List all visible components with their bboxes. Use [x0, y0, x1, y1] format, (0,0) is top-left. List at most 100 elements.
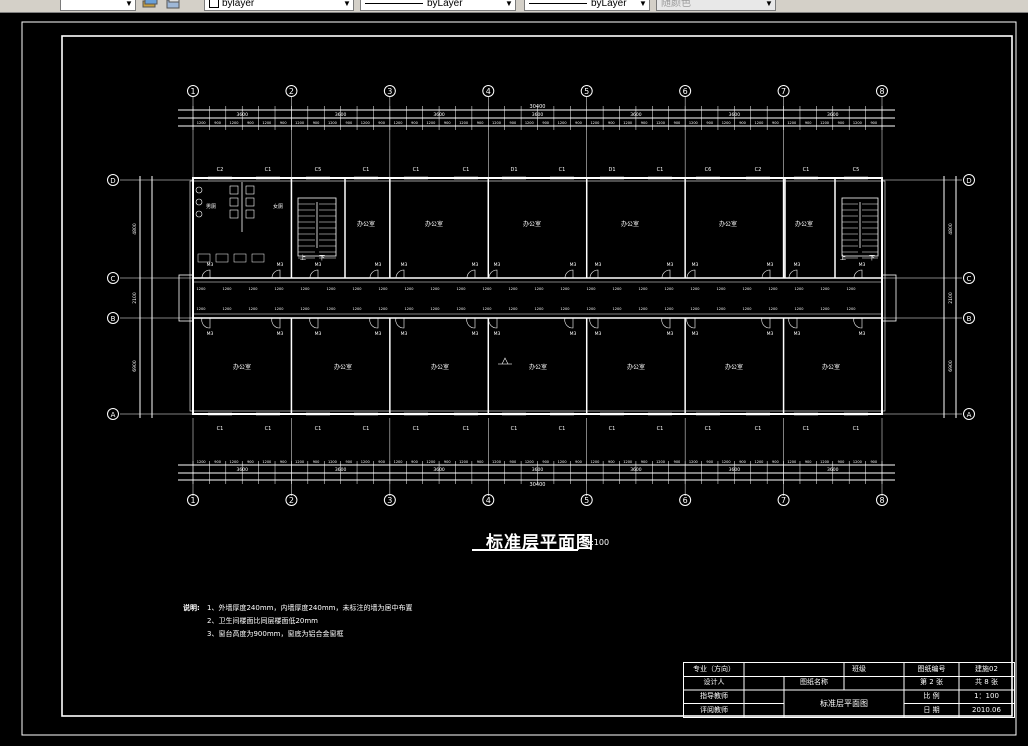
dim-text-left: 2100 [132, 292, 138, 304]
door-label-south: M3 [315, 331, 322, 337]
axis-number-top: 5 [584, 87, 589, 96]
linetype-dropdown[interactable]: byLayer ▼ [360, 0, 516, 11]
corridor-dim: 1200 [639, 307, 648, 311]
door-label-south: M3 [375, 331, 382, 337]
door-swing-south [589, 317, 599, 329]
window-label-north: C1 [463, 167, 470, 173]
room-label: 办公室 [357, 220, 375, 228]
dim-text-detail: 1200 [492, 121, 501, 125]
dim-text-detail: 1200 [590, 460, 599, 464]
window-label-south: C1 [657, 426, 664, 432]
dim-text-detail: 1200 [394, 460, 403, 464]
door-swing-north [395, 269, 405, 279]
plotstyle-dropdown[interactable]: 随颜色 ▼ [656, 0, 776, 11]
tb-advisor: 指导教师 [700, 692, 728, 700]
dim-text-detail: 1200 [295, 121, 304, 125]
dim-text-detail: 900 [477, 121, 484, 125]
corridor-dim: 1200 [301, 287, 310, 291]
stair-label-up: 上 [300, 254, 306, 262]
corridor-end-east [881, 274, 897, 322]
door-label-south: M3 [494, 331, 501, 337]
door-label-south: M3 [595, 331, 602, 337]
door-label-south: M3 [667, 331, 674, 337]
lineweight-dropdown-value: byLayer [591, 0, 627, 9]
dim-text-detail: 1200 [525, 460, 534, 464]
dim-text-detail: 900 [641, 460, 648, 464]
corridor-dim: 1200 [535, 307, 544, 311]
door-swing-south [271, 317, 281, 329]
level-mark-triangle [501, 357, 509, 365]
chevron-down-icon: ▼ [505, 0, 513, 8]
corridor-dim: 1200 [561, 287, 570, 291]
toilet-fixture [229, 209, 239, 219]
tb-total: 共 8 张 [975, 678, 998, 686]
dim-text-detail: 900 [214, 460, 221, 464]
dim-text-detail: 900 [247, 460, 254, 464]
plotstyle-dropdown-value: 随颜色 [661, 0, 691, 9]
door-label-north: M3 [277, 262, 284, 268]
door-swing-north [466, 269, 476, 279]
tb-sheet: 第 2 张 [920, 678, 943, 686]
room-label: 办公室 [795, 220, 813, 228]
tb-drawing-name: 标准层平面图 [820, 699, 868, 708]
door-swing-south [686, 317, 696, 329]
drawing-canvas[interactable]: 1 1 2 2 3 3 4 4 5 5 6 6 7 7 8 8 30400 3600 3600 3600 3600 360… [0, 13, 1028, 742]
note-line: 3、窗台高度为900mm，窗底为铝合金窗框 [207, 630, 344, 638]
door-swing-north [201, 269, 211, 279]
layer-previous-dropdown[interactable]: ▼ [60, 0, 136, 11]
urinal [195, 210, 203, 218]
door-swing-north [271, 269, 281, 279]
axis-number-bottom: 4 [486, 496, 491, 505]
axis-letter-right: A [967, 411, 972, 419]
door-label-north: M3 [494, 262, 501, 268]
dim-text-detail: 900 [805, 121, 812, 125]
door-label-south: M3 [794, 331, 801, 337]
room-label: 办公室 [431, 363, 449, 371]
door-swing-south [661, 317, 671, 329]
room-label: 办公室 [719, 220, 737, 228]
dim-text-detail: 900 [706, 460, 713, 464]
color-swatch [209, 0, 219, 9]
dim-text-detail: 1200 [426, 460, 435, 464]
dim-text-detail: 900 [542, 460, 549, 464]
toilet-fixture [229, 185, 239, 195]
corridor-end-west [178, 274, 194, 322]
dim-text-right: 4800 [948, 223, 954, 235]
toilet-fixture [245, 185, 255, 195]
dim-text-detail: 1200 [623, 121, 632, 125]
window-label-north: C1 [803, 167, 810, 173]
window-label-north: C1 [657, 167, 664, 173]
door-swing-south [564, 317, 574, 329]
axis-number-bottom: 8 [879, 496, 884, 505]
door-label-south: M3 [472, 331, 479, 337]
dim-text-detail: 1200 [722, 460, 731, 464]
note-line: 2、卫生间楼面比同层楼面低20mm [207, 617, 318, 625]
dim-text-detail: 900 [575, 460, 582, 464]
dim-text-detail: 1200 [525, 121, 534, 125]
dim-text-detail: 1200 [558, 121, 567, 125]
toilet-label-women: 女厕 [273, 203, 283, 210]
room-label: 办公室 [822, 363, 840, 371]
building-outline-inner [189, 180, 886, 412]
dim-text-detail: 900 [739, 121, 746, 125]
lineweight-dropdown[interactable]: byLayer ▼ [524, 0, 650, 11]
door-swing-north [853, 269, 863, 279]
corridor-dim: 1200 [379, 287, 388, 291]
notes-label: 说明: [183, 604, 200, 612]
dim-text-bay: 3600 [335, 467, 347, 473]
layer-icon[interactable] [142, 0, 158, 10]
axis-number-bottom: 6 [683, 496, 688, 505]
dim-text-detail: 1200 [656, 121, 665, 125]
corridor-dim: 1200 [535, 287, 544, 291]
dim-text-detail: 1200 [656, 460, 665, 464]
color-dropdown[interactable]: bylayer ▼ [204, 0, 354, 11]
corridor-dim: 1200 [847, 287, 856, 291]
layer-states-icon[interactable] [165, 0, 181, 10]
corridor-dim: 1200 [275, 307, 284, 311]
title-block: 专业（方向） 班级 图纸编号 建施02 设计人 图纸名称 第 2 张 共 8 张… [683, 662, 1015, 718]
dim-text-detail: 900 [870, 460, 877, 464]
door-swing-north [788, 269, 798, 279]
window-label-north: C1 [265, 167, 272, 173]
dim-text-total: 30400 [530, 482, 546, 488]
corridor-dim: 1200 [717, 307, 726, 311]
